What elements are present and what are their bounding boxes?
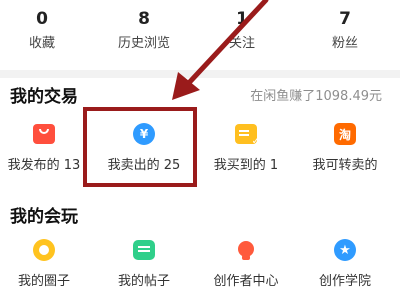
annotation-arrow bbox=[172, 0, 269, 100]
